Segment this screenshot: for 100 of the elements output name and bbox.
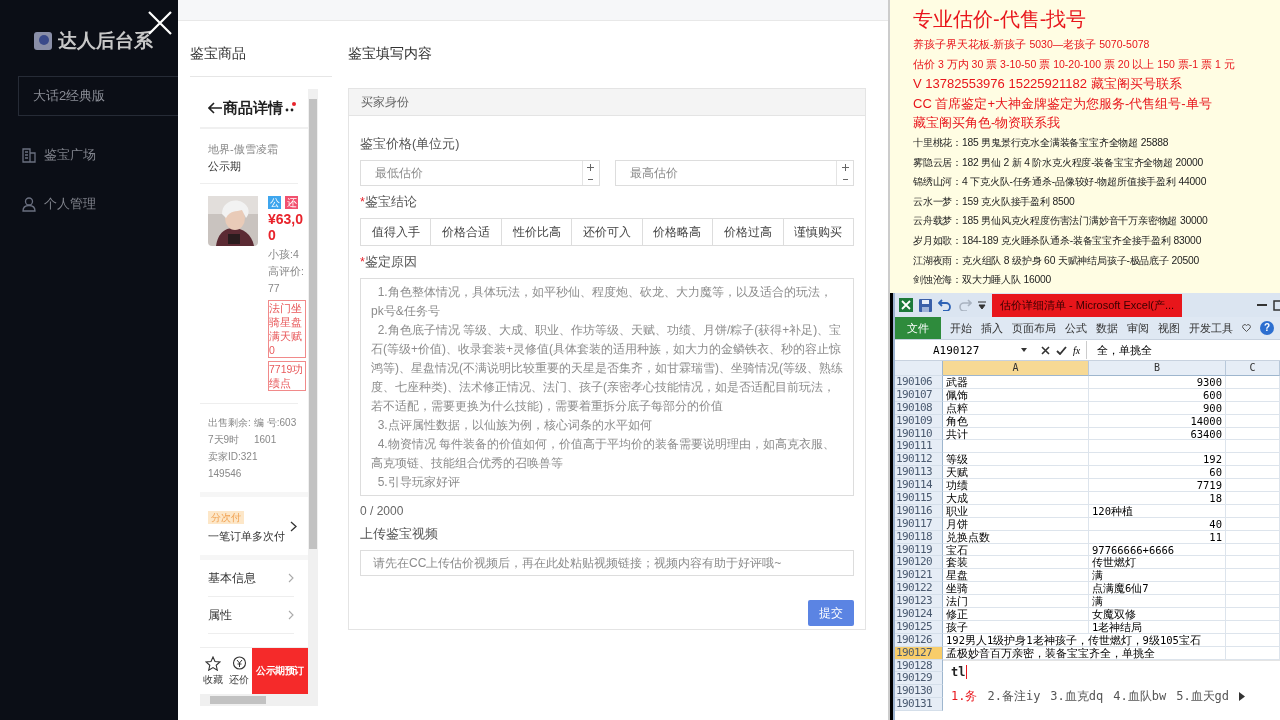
row-header[interactable]: 190131 (895, 698, 943, 712)
row-header[interactable]: 190114 (895, 479, 943, 492)
game-select[interactable]: 大话2经典版 (18, 76, 178, 116)
heart-icon[interactable] (1242, 324, 1251, 332)
table-cell: 9300 (1089, 376, 1226, 389)
reserve-button[interactable]: 公示期预订 (252, 648, 308, 694)
ribbon-tab[interactable]: 数据 (1096, 320, 1118, 336)
notice-line: 估价 3 万内 30 票 3-10-50 票 10-20-100 票 20 以上 150 票-1 票 1 元 (913, 56, 1236, 72)
table-cell: 武器 (943, 376, 1089, 389)
row-header[interactable]: 190113 (895, 466, 943, 480)
help-button[interactable]: ? (1260, 321, 1274, 335)
row-header[interactable]: 190130 (895, 685, 943, 699)
coin-icon (231, 655, 247, 671)
table-cell: 满 (1089, 569, 1226, 583)
ribbon-tab[interactable]: 页面布局 (1012, 320, 1056, 336)
stat-text: 高评价: (268, 264, 305, 279)
table-cell: 坐骑 (943, 582, 1089, 596)
table-cell: 点粹 (943, 401, 1089, 415)
ime-candidate[interactable]: 3.血克dq (1050, 687, 1104, 705)
number-field[interactable]: 最高估价 (614, 160, 854, 186)
ime-candidate[interactable]: 4.血队bw (1113, 687, 1167, 705)
sidebar-item[interactable]: 鉴宝广场 (0, 145, 178, 165)
star-icon (205, 655, 221, 671)
ime-candidate[interactable]: 1.务 (951, 687, 978, 705)
row-header[interactable]: 190111 (895, 440, 943, 454)
table-cell: 等级 (943, 453, 1089, 467)
undo-icon[interactable] (938, 299, 952, 311)
price: ¥63,00 (268, 211, 305, 243)
check-icon[interactable] (1056, 345, 1067, 355)
notice-line: 养孩子界天花板-新孩子 5030—老孩子 5070-5078 (913, 37, 1151, 52)
column-header[interactable]: C (1226, 361, 1280, 376)
tag: 还 (285, 196, 298, 209)
ime-candidate[interactable]: 2.备注iy (987, 687, 1041, 705)
table-cell: 满 (1089, 595, 1226, 609)
ribbon-tab[interactable]: 开始 (950, 320, 972, 336)
plus-icon[interactable] (587, 163, 594, 171)
table-cell: 60 (1089, 466, 1226, 480)
chevron-icon (288, 573, 294, 583)
detail-menu-item[interactable]: 基本信息 (208, 560, 294, 597)
next-page-icon[interactable] (1239, 691, 1246, 701)
ribbon-tab[interactable]: 公式 (1065, 320, 1087, 336)
table-cell: 40 (1089, 517, 1226, 531)
ribbon-tab[interactable]: 审阅 (1127, 320, 1149, 336)
table-cell: 孟极妙音百万亲密，装备宝宝齐全，单挑全 (943, 646, 1226, 660)
table-cell: 97766666+6666 (1089, 543, 1226, 557)
table-cell (1226, 414, 1280, 428)
highlight-tag: 7719功绩点 (268, 361, 306, 391)
row-header[interactable]: 190129 (895, 672, 943, 686)
insert-function-button[interactable]: fx (1073, 344, 1081, 356)
reason-field[interactable]: 1.角色整体情况，具体玩法，如平秒仙、程度炮、砍龙、大力魔等，以及适合的玩法，pk号&任务号 2.角色底子情况 等级、大成、职业、作坊等级、天赋、功绩、月饼/粽子(获得+补足)、宝石(等级+价值)、收录套装+灵修值(具体套装的适用种族，如大力的金鳞铁衣、秒的容止惊鸿等)、星盘情况(不满说明比较重要的天星是否集齐，如甘霖瑞雪)、坐骑情况(等级、熟练度、七座种类)、法术修正情况、法门、孩子(亲密孝心技能情况，如是否适配目前玩法，若不适配，需要更换为什么技能)，需要着重拆分底子每部分的价值 3.点评属性数据，以仙族为例，核心词条的水平如何 4.物资情况 每件装备的价值如何，价值高于平均价的装备需要说明理由，如高克衣服、高克项链、技能组合优秀的召唤兽等 5.引导玩家好评 (360, 278, 854, 496)
table-cell: 修正 (943, 608, 1089, 621)
name-box[interactable]: A190127 (895, 343, 1035, 357)
back-arrow-icon[interactable] (208, 102, 222, 114)
row-header[interactable]: 190121 (895, 569, 943, 583)
row-header[interactable]: 190122 (895, 582, 943, 596)
ribbon-tab[interactable]: 开发工具 (1189, 320, 1233, 336)
action-button[interactable]: 还价 (226, 648, 252, 694)
table-cell: 900 (1089, 401, 1226, 415)
horizontal-scrollbar[interactable] (200, 694, 308, 706)
field-label: *鉴宝结论 (360, 194, 418, 211)
detail-menu-item[interactable]: 属性 (208, 597, 294, 634)
row-header[interactable]: 190115 (895, 492, 943, 505)
field-label: 鉴宝价格(单位元) (360, 136, 461, 153)
table-cell (1226, 376, 1280, 389)
notice-line: 江湖夜雨：克火组队 8 级护身 60 天赋神结局孩子-极品底子 20500 (913, 253, 1201, 268)
row-header[interactable]: 190112 (895, 453, 943, 467)
ime-candidate[interactable]: 5.血天gd (1176, 687, 1230, 705)
vertical-scrollbar[interactable] (308, 89, 318, 706)
cancel-icon[interactable] (1041, 345, 1050, 355)
table-cell (1226, 388, 1280, 402)
ribbon-tab[interactable]: 文件 (895, 317, 941, 339)
more-icon[interactable] (284, 102, 296, 114)
row-header[interactable]: 190124 (895, 608, 943, 621)
plus-icon[interactable] (841, 163, 849, 171)
table-cell: 600 (1089, 388, 1226, 402)
table-cell (1226, 569, 1280, 583)
save-icon[interactable] (919, 298, 932, 312)
submit-button[interactable]: 提交 (808, 600, 854, 626)
action-button[interactable]: 收藏 (200, 648, 226, 694)
table-cell (1226, 479, 1280, 492)
table-cell (1226, 517, 1280, 531)
customize-icon[interactable] (978, 301, 986, 309)
spreadsheet-icon (899, 298, 913, 312)
sidebar-item[interactable]: 个人管理 (0, 194, 178, 214)
table-cell: 大成 (943, 492, 1089, 505)
row-header[interactable]: 190123 (895, 595, 943, 609)
pay-badge: 分次付 (208, 511, 244, 524)
ribbon-tab[interactable]: 视图 (1158, 320, 1180, 336)
table-cell (1226, 595, 1280, 609)
table-cell: 法门 (943, 595, 1089, 609)
row-header[interactable]: 190106 (895, 376, 943, 389)
table-cell (1226, 633, 1280, 647)
video-link-field[interactable]: 请先在CC上传估价视频后，再在此处粘贴视频链接；视频内容有助于好评哦~ (360, 550, 854, 576)
column-header[interactable]: A (943, 361, 1089, 376)
formula-field[interactable]: 全，单挑全 (1087, 342, 1153, 358)
number-field[interactable]: 最低估价 (360, 160, 600, 186)
column-header[interactable]: B (1089, 361, 1226, 376)
row-header[interactable]: 190120 (895, 556, 943, 570)
app-title: 达人后台系 (58, 29, 153, 53)
ribbon-tab[interactable]: 插入 (981, 320, 1003, 336)
